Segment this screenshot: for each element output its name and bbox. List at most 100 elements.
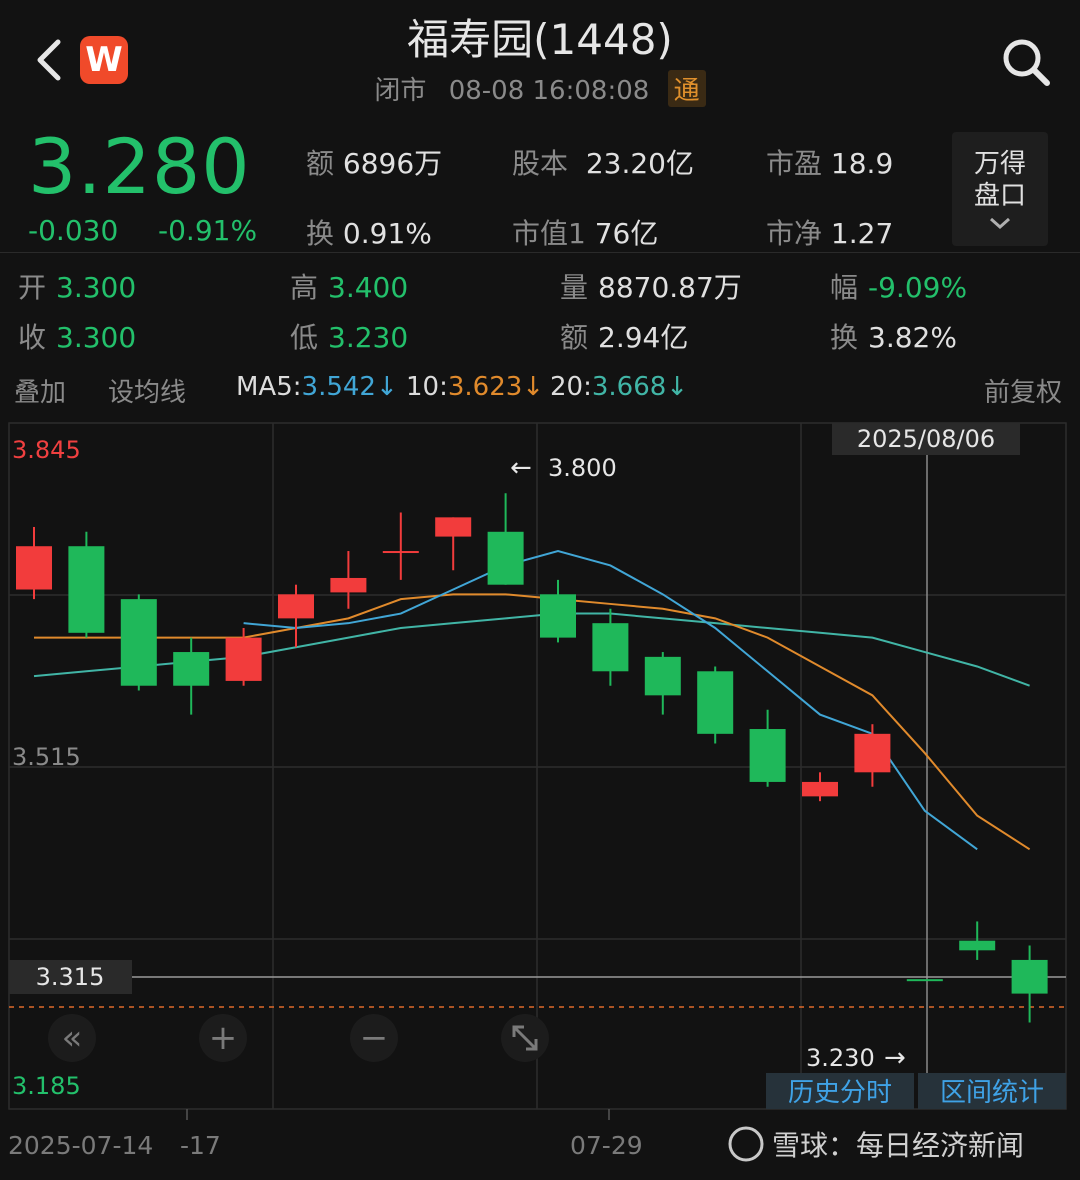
ma10-line — [34, 593, 1031, 851]
ma5-line — [243, 549, 978, 851]
candle — [435, 517, 472, 571]
candle-body — [540, 594, 576, 638]
price-adjust-button[interactable]: 前复权 — [984, 372, 1062, 409]
close-stat: 收 3.300 — [18, 321, 137, 354]
volume-stat: 量 8870.87万 — [560, 271, 742, 304]
ma20-indicator: 20:3.668↓ — [550, 372, 689, 402]
share-capital-stat: 股本 23.20亿 — [512, 147, 694, 180]
candles — [16, 493, 1048, 1023]
y-tick-label-bottom: 3.185 — [12, 1072, 81, 1100]
candle — [330, 551, 367, 609]
moving-average-lines — [33, 549, 1031, 851]
candle-body — [959, 940, 996, 951]
candle-body — [225, 637, 262, 681]
candle — [592, 608, 629, 686]
zoom-in-button[interactable]: + — [199, 1014, 247, 1062]
candle — [540, 579, 576, 643]
price-change: -0.030 — [28, 214, 119, 247]
market-status: 闭市 08-08 16:08:08 通 — [330, 70, 750, 107]
candle — [382, 512, 419, 580]
market-datetime: 08-08 16:08:08 — [448, 76, 650, 106]
rewind-button[interactable]: « — [48, 1014, 96, 1062]
high-stat: 高 3.400 — [290, 271, 409, 304]
candle-body — [1011, 959, 1048, 994]
market-cap-stat: 市值1 76亿 — [512, 217, 659, 250]
candle-body — [173, 652, 210, 686]
candle-body — [592, 623, 629, 672]
candle — [173, 637, 210, 715]
candle-body — [644, 656, 681, 696]
candle — [906, 979, 943, 982]
candle-body — [68, 546, 105, 633]
range-stats-button[interactable]: 区间统计 — [940, 1078, 1044, 1108]
y-tick-label-mid: 3.515 — [12, 743, 81, 771]
turnover-stat: 换 0.91% — [306, 217, 432, 250]
expand-button[interactable] — [501, 1014, 549, 1062]
pe-stat: 市盈 18.9 — [766, 147, 894, 180]
x-tick-label-17: -17 — [180, 1131, 221, 1160]
candle-body — [120, 599, 157, 686]
candle-body — [749, 729, 786, 782]
pb-stat: 市净 1.27 — [766, 217, 894, 250]
xueqiu-logo-icon — [728, 1126, 764, 1162]
wind-orderbook-button[interactable]: 万得 盘口 — [952, 132, 1048, 246]
candle — [697, 666, 734, 744]
stock-connect-badge: 通 — [667, 70, 706, 107]
candlestick-chart[interactable]: 3.845 3.515 3.185 2025/08/06 3.315 ← 3.8… — [0, 410, 1080, 1180]
candle-body — [906, 979, 943, 982]
rewind-icon: « — [62, 1018, 83, 1058]
market-status-text: 闭市 — [374, 76, 427, 106]
chart-grid — [8, 422, 1067, 1110]
candle-body — [854, 733, 891, 773]
candle — [749, 709, 786, 787]
price-change-percent: -0.91% — [158, 214, 258, 247]
open-stat: 开 3.300 — [18, 271, 137, 304]
overlay-button[interactable]: 叠加 — [14, 372, 66, 409]
stock-title: 福寿园(1448) — [407, 15, 673, 64]
candle-body — [802, 781, 838, 797]
candle-body — [278, 594, 314, 619]
high-annotation: 3.800 — [548, 454, 617, 482]
low-stat: 低 3.230 — [290, 321, 409, 354]
indicator-row: 叠加 设均线 MA5:3.542↓ 10:3.623↓ 20:3.668↓ 前复… — [0, 372, 1080, 408]
day-turnover-stat: 换 3.82% — [830, 321, 957, 354]
x-axis-ticks — [186, 1109, 610, 1120]
candle-body — [435, 517, 472, 537]
candle — [278, 584, 314, 648]
candle-body — [16, 546, 52, 590]
x-tick-label-0729: 07-29 — [570, 1131, 643, 1160]
watermark: 雪球：每日经济新闻 — [728, 1126, 1024, 1162]
amount-stat: 额 6896万 — [306, 147, 443, 180]
y-tick-label-top: 3.845 — [12, 436, 81, 464]
range-stat: 幅 -9.09% — [830, 271, 968, 304]
crosshair-date-tag: 2025/08/06 — [857, 425, 995, 453]
chevron-down-icon — [952, 212, 1048, 232]
low-annotation-arrow: → — [884, 1043, 906, 1073]
zoom-in-icon: + — [209, 1018, 238, 1058]
high-annotation-arrow: ← — [510, 453, 532, 483]
candle — [802, 772, 838, 802]
history-button[interactable]: 历史分时 — [788, 1078, 892, 1108]
day-amount-stat: 额 2.94亿 — [560, 321, 689, 354]
candle — [854, 724, 891, 787]
ma5-indicator: MA5:3.542↓ — [236, 372, 398, 402]
candle-body — [697, 671, 734, 734]
search-icon[interactable] — [1000, 36, 1052, 88]
ma10-indicator: 10:3.623↓ — [406, 372, 545, 402]
app-logo: W — [80, 36, 128, 84]
orderbook-label-1: 万得 — [973, 149, 1026, 179]
zoom-out-button[interactable]: − — [350, 1014, 398, 1062]
set-ma-button[interactable]: 设均线 — [108, 372, 186, 409]
back-icon[interactable] — [30, 38, 70, 82]
orderbook-label-2: 盘口 — [973, 181, 1026, 211]
watermark-text: 雪球：每日经济新闻 — [772, 1129, 1024, 1162]
candle — [644, 652, 681, 715]
candle — [68, 531, 105, 638]
candle — [959, 921, 996, 960]
low-annotation: 3.230 — [806, 1044, 875, 1072]
candle-body — [487, 531, 524, 585]
crosshair-price-tag: 3.315 — [36, 963, 105, 991]
candle — [120, 594, 157, 691]
x-tick-label-start: 2025-07-14 — [8, 1131, 153, 1160]
candle — [1011, 945, 1048, 1023]
